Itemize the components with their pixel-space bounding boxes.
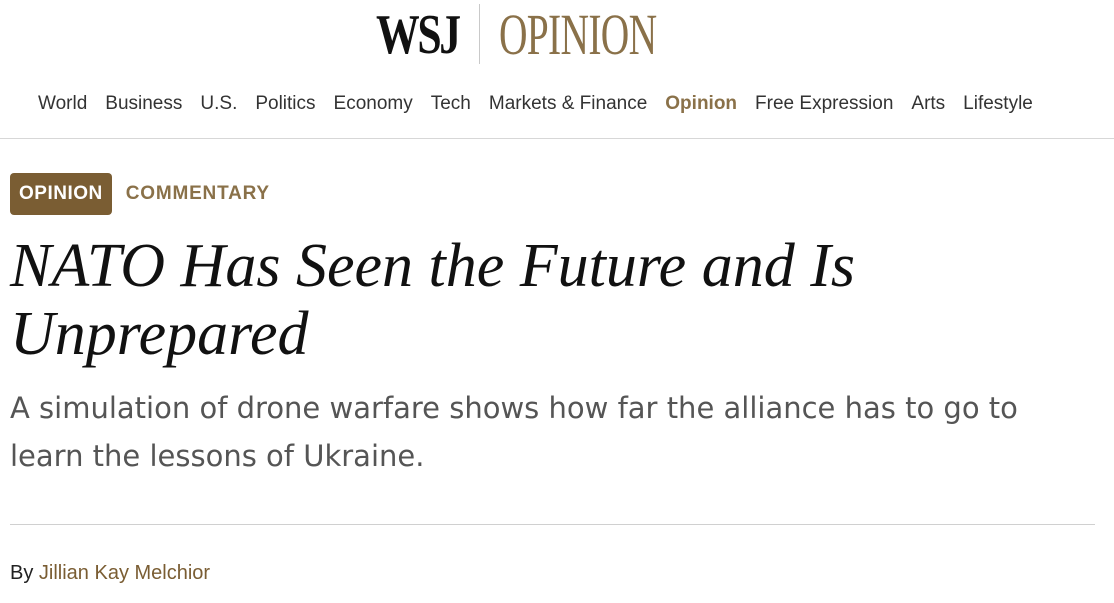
commentary-label[interactable]: COMMENTARY	[126, 183, 270, 205]
nav-item-economy[interactable]: Economy	[334, 92, 413, 116]
opinion-badge: OPINION	[10, 173, 112, 215]
masthead: WSJ OPINION	[0, 0, 1114, 70]
article-flag-row: OPINION COMMENTARY	[10, 173, 270, 215]
nav-item-world[interactable]: World	[38, 92, 87, 116]
nav-item-opinion[interactable]: Opinion	[665, 92, 737, 116]
nav-item-free-expression[interactable]: Free Expression	[755, 92, 893, 116]
byline: By Jillian Kay Melchior	[10, 560, 210, 586]
nav-item-tech[interactable]: Tech	[431, 92, 471, 116]
nav-item-arts[interactable]: Arts	[911, 92, 945, 116]
nav-item-us[interactable]: U.S.	[200, 92, 237, 116]
opinion-section-logo[interactable]: OPINION	[499, 4, 657, 66]
nav-list: World Business U.S. Politics Economy Tec…	[38, 92, 1033, 116]
nav-item-business[interactable]: Business	[105, 92, 182, 116]
section-nav: World Business U.S. Politics Economy Tec…	[0, 84, 1114, 139]
article-headline: NATO Has Seen the Future and Is Unprepar…	[10, 232, 855, 368]
byline-prefix: By	[10, 562, 34, 584]
nav-item-politics[interactable]: Politics	[255, 92, 315, 116]
article-dek: A simulation of drone warfare shows how …	[10, 391, 1018, 473]
divider	[10, 524, 1095, 525]
logo-divider	[479, 4, 480, 64]
wsj-logo[interactable]: WSJ	[376, 4, 461, 66]
nav-item-lifestyle[interactable]: Lifestyle	[963, 92, 1033, 116]
nav-item-markets-finance[interactable]: Markets & Finance	[489, 92, 647, 116]
author-link[interactable]: Jillian Kay Melchior	[39, 562, 210, 584]
